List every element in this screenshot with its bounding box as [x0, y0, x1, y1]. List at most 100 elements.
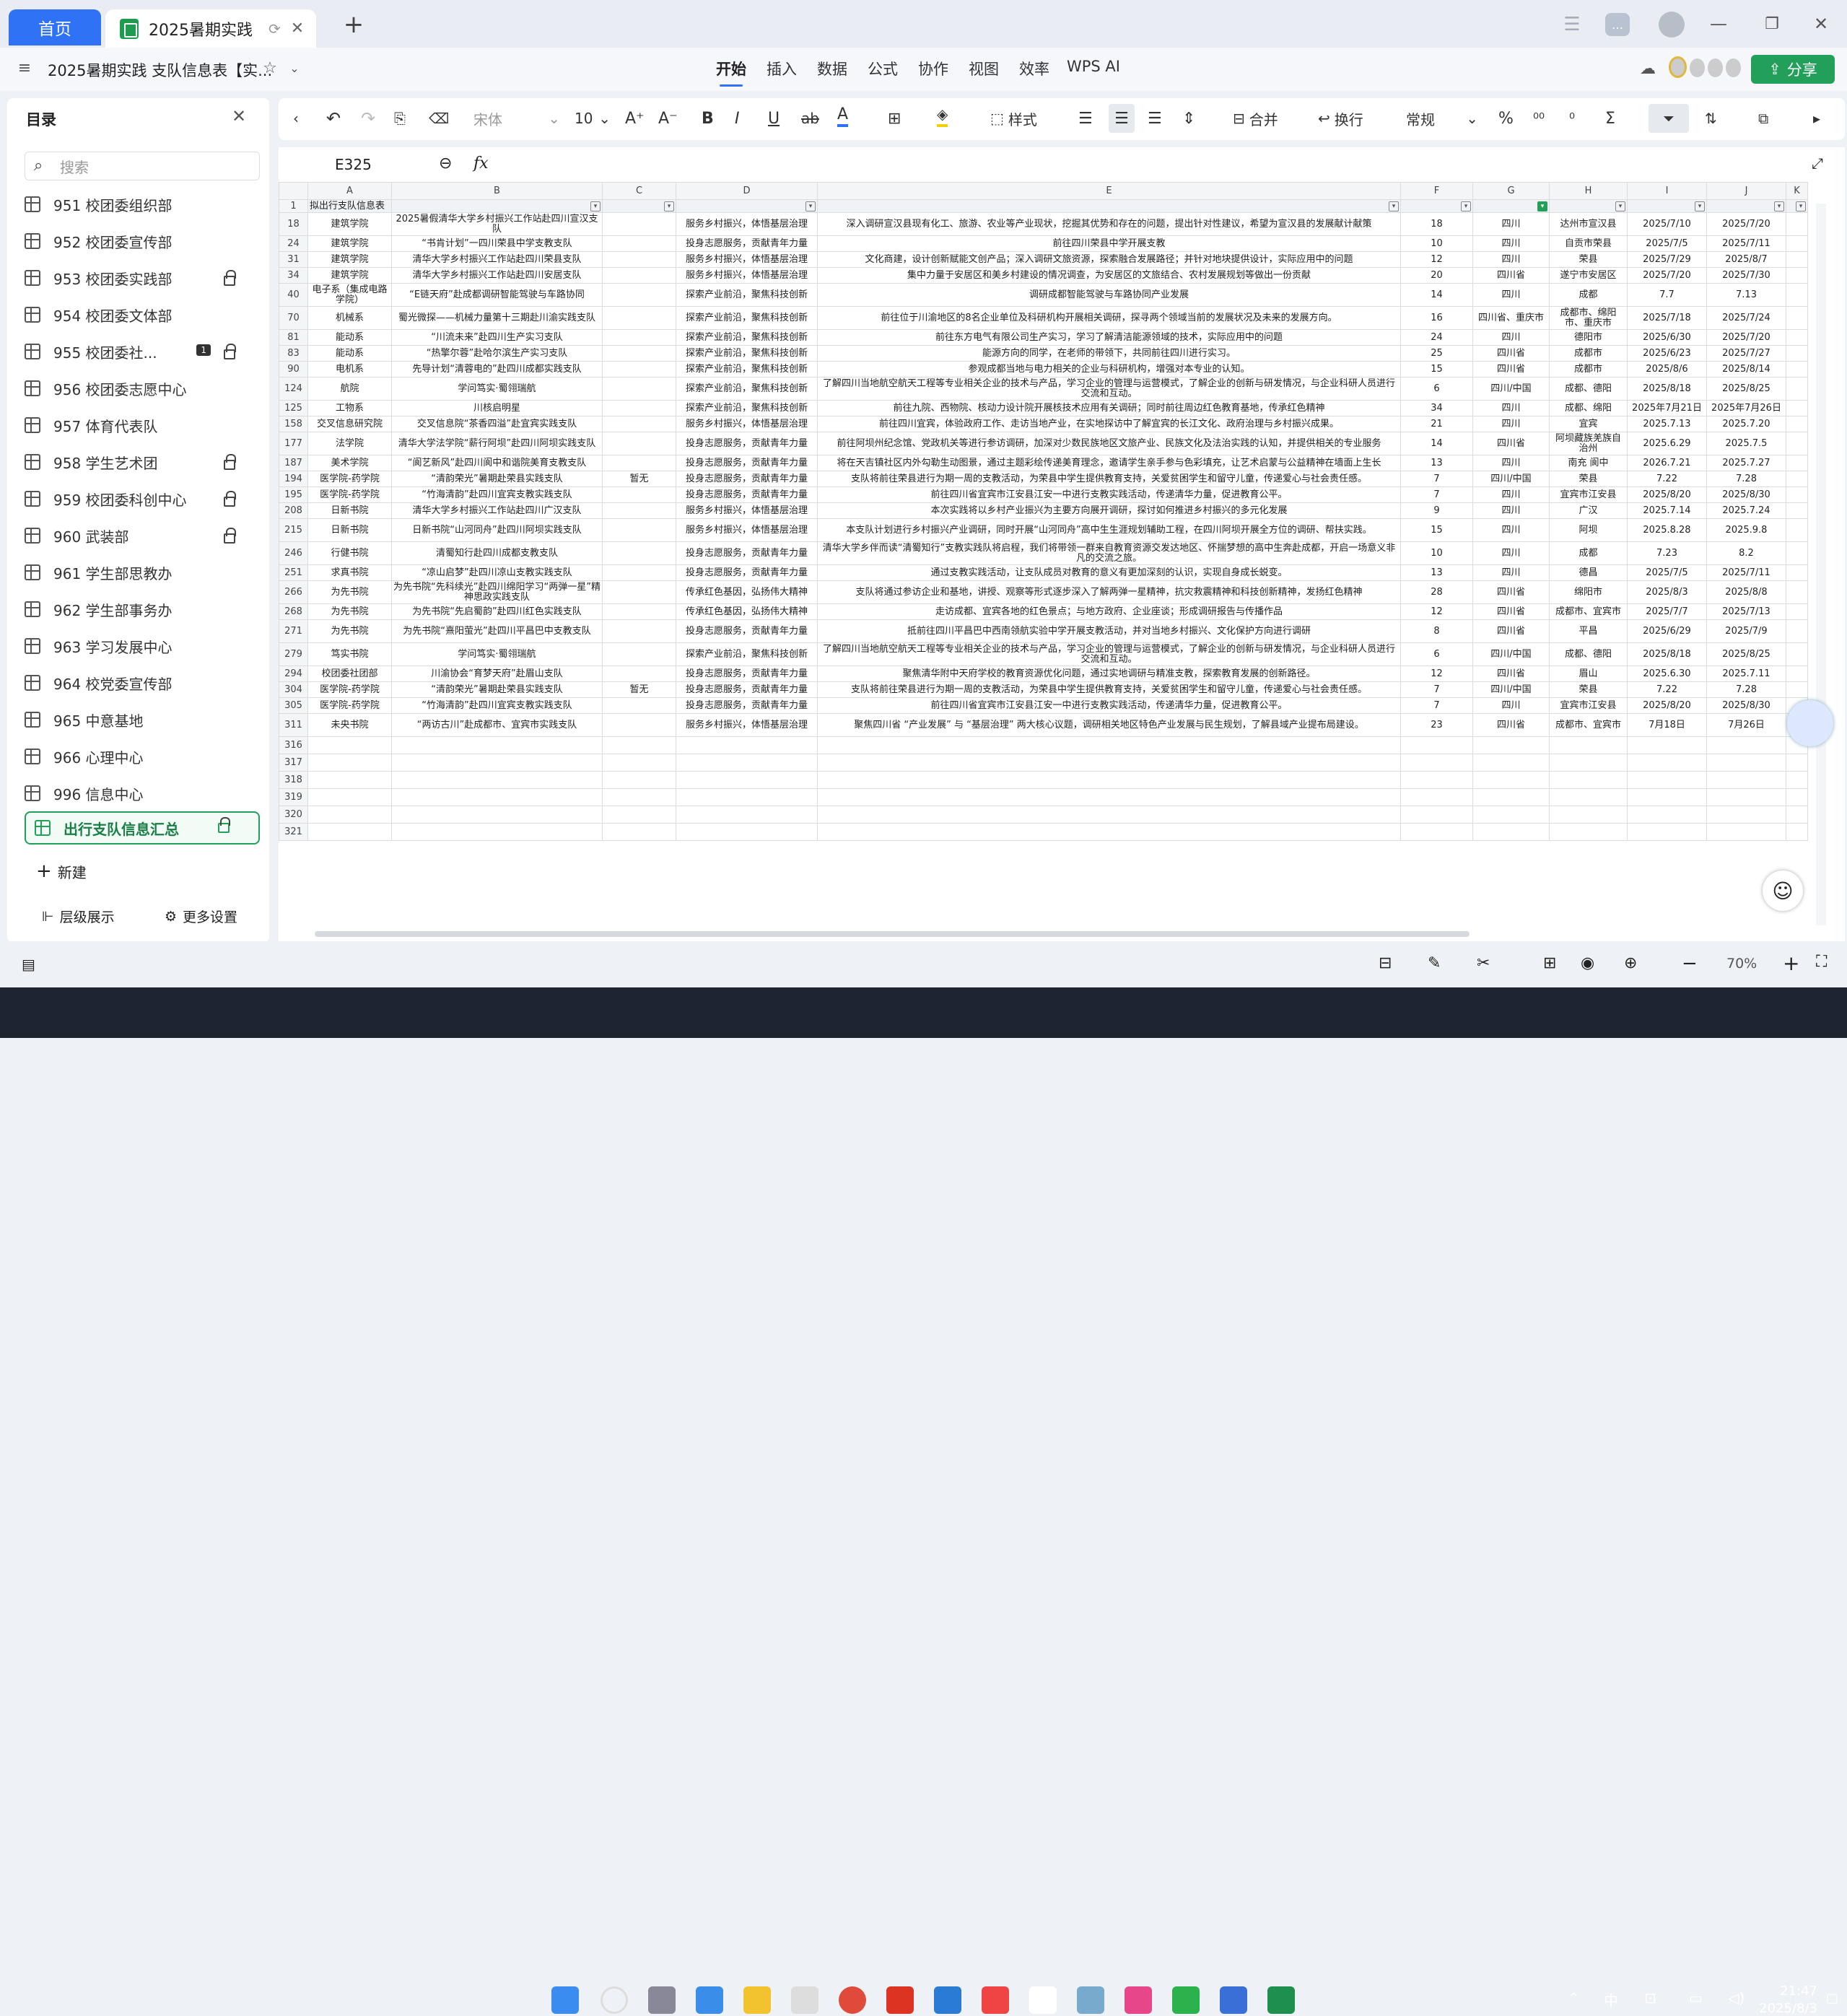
empty-cell[interactable] [1706, 823, 1786, 841]
windows-start-icon[interactable] [551, 1986, 579, 2014]
cell-d[interactable]: 探索产业前沿，聚焦科技创新 [676, 400, 818, 416]
refresh-icon[interactable]: ⟳ [268, 20, 281, 38]
empty-cell[interactable] [391, 771, 603, 789]
cell-a[interactable]: 求真书院 [307, 564, 392, 581]
italic-icon[interactable]: I [735, 104, 740, 133]
cell-j[interactable]: 7.28 [1706, 681, 1786, 698]
star-icon[interactable]: ☆ [260, 58, 280, 78]
cell-h[interactable]: 宜宾市江安县 [1549, 697, 1628, 714]
app-icon-2[interactable] [791, 1986, 818, 2014]
cell-j[interactable]: 2025/7/9 [1706, 619, 1786, 643]
cell-d[interactable]: 投身志愿服务，贡献青年力量 [676, 455, 818, 471]
tab-document[interactable]: 2025暑期实践 ⟳ ✕ [105, 9, 316, 48]
table-row[interactable]: 311 未央书院 “两访古川”赴成都市、宜宾市实践支队 服务乡村振兴，体悟基层治理 聚焦… [279, 713, 1808, 737]
cell-c[interactable] [602, 235, 676, 252]
cell-c[interactable]: 暂无 [602, 471, 676, 487]
cell-b[interactable]: “书肯计划”一四川荣县中学支教支队 [391, 235, 603, 252]
redo-icon[interactable]: ↷ [361, 104, 375, 133]
decrease-font-icon[interactable]: A⁻ [658, 104, 678, 133]
expand-formula-icon[interactable]: ⤢ [1812, 154, 1823, 172]
cell-c[interactable] [602, 400, 676, 416]
table-row[interactable]: 124 航院 学问笃实·蜀翎瑞航 探索产业前沿，聚焦科技创新 了解四川当地航空航天工程等… [279, 377, 1808, 401]
sidebar-item-active[interactable]: 出行支队信息汇总 [25, 811, 260, 845]
cell-b[interactable]: 清华大学乡村振兴工作站赴四川荣县支队 [391, 251, 603, 268]
cell-b[interactable]: “热擎尔蓉”赴哈尔滨生产实习支队 [391, 345, 603, 362]
document-title[interactable]: 2025暑期实践 支队信息表【实... [48, 59, 272, 81]
percent-icon[interactable]: % [1498, 104, 1514, 133]
table-row[interactable]: 271 为先书院 为先书院“熹阳萤光”赴四川平昌巴中支教支队 投身志愿服务，贡献青年力… [279, 619, 1808, 643]
empty-cell[interactable] [1627, 788, 1707, 806]
cell-b[interactable]: 先导计划“清蓉电的”赴四川成都实践支队 [391, 361, 603, 378]
empty-cell[interactable] [1400, 823, 1473, 841]
sheet-list-icon[interactable]: ▤ [22, 956, 35, 973]
sidebar-item[interactable]: 961 学生部思教办 [25, 557, 263, 588]
table-row[interactable]: 246 行健书院 清蜀知行赴四川成都支教支队 投身志愿服务，贡献青年力量 清华大学乡伴而… [279, 541, 1808, 565]
cell-c[interactable] [602, 580, 676, 604]
empty-cell[interactable] [676, 823, 818, 841]
table-row[interactable]: 208 日新书院 清华大学乡村振兴工作站赴四川广汉支队 服务乡村振兴，体悟基层治理 本次… [279, 502, 1808, 519]
cell-i[interactable]: 2025/6/23 [1627, 345, 1707, 362]
cell-e[interactable]: 集中力量于安居区和美乡村建设的情况调查，为安居区的文旅结合、农村发展规划等做出一… [817, 267, 1401, 284]
eraser-icon[interactable]: ⌫ [429, 104, 449, 133]
cell-j[interactable]: 2025.7.5 [1706, 432, 1786, 455]
cell-f[interactable]: 10 [1400, 235, 1473, 252]
empty-cell[interactable] [1400, 736, 1473, 754]
cell-j[interactable]: 2025/7/13 [1706, 603, 1786, 620]
cell-f[interactable]: 28 [1400, 580, 1473, 604]
cell-d[interactable]: 探索产业前沿，聚焦科技创新 [676, 642, 818, 666]
cell-e[interactable]: 前往位于川渝地区的8名企业单位及科研机构开展相关调研，探寻两个领域当前的发展状况… [817, 306, 1401, 330]
cell-g[interactable]: 四川省 [1472, 713, 1550, 737]
filter-dropdown-icon[interactable]: ▾ [1537, 201, 1547, 211]
close-tab-icon[interactable]: ✕ [291, 19, 304, 38]
decimal-increase-icon[interactable]: ⁰⁰ [1533, 104, 1545, 133]
cell-j[interactable]: 2025/8/7 [1706, 251, 1786, 268]
sidebar-item[interactable]: 964 校党委宣传部 [25, 668, 263, 698]
align-right-icon[interactable]: ☰ [1148, 104, 1162, 133]
column-header[interactable]: B [391, 182, 603, 200]
cell-a[interactable]: 为先书院 [307, 619, 392, 643]
cell-j[interactable]: 2025年7月26日 [1706, 400, 1786, 416]
empty-cell[interactable] [307, 754, 392, 772]
cell-reference[interactable]: E325 [335, 156, 372, 173]
cell-b[interactable]: 蜀光微探——机械力量第十三期赴川渝实践支队 [391, 306, 603, 330]
cell-i[interactable]: 2025/8/6 [1627, 361, 1707, 378]
cell-e[interactable]: 参观成都当地与电力相关的企业与科研机构，增强对本专业的认知。 [817, 361, 1401, 378]
cell-h[interactable]: 成都 [1549, 283, 1628, 307]
cell-k[interactable] [1786, 306, 1808, 330]
cell-g[interactable]: 四川省 [1472, 432, 1550, 455]
cell-k[interactable] [1786, 642, 1808, 666]
cell-b[interactable]: 交叉信息院“茶香四溢”赴宜宾实践支队 [391, 416, 603, 432]
cell-j[interactable]: 2025.7.11 [1706, 666, 1786, 682]
cell-d[interactable]: 服务乡村振兴，体悟基层治理 [676, 502, 818, 519]
empty-cell[interactable] [676, 788, 818, 806]
cell-a[interactable]: 能动系 [307, 329, 392, 346]
cell-f[interactable]: 6 [1400, 377, 1473, 401]
cell-h[interactable]: 宜宾市江安县 [1549, 486, 1628, 503]
cell-e[interactable]: 抵前往四川平昌巴中西南领航实验中学开展支教活动，并对当地乡村振兴、文化保护方向进… [817, 619, 1401, 643]
table-row[interactable]: 266 为先书院 为先书院“先科续光”赴四川绵阳学习“两弹一星”精神思政实践支队 传承… [279, 580, 1808, 604]
cell-k[interactable] [1786, 666, 1808, 682]
level-view-button[interactable]: ⊩ 层级展示 [42, 907, 115, 926]
empty-cell[interactable] [1627, 823, 1707, 841]
cell-g[interactable]: 四川省 [1472, 603, 1550, 620]
cell-g[interactable]: 四川省 [1472, 345, 1550, 362]
empty-cell[interactable] [307, 788, 392, 806]
cell-a[interactable]: 电子系（集成电路学院） [307, 283, 392, 307]
filter-cell[interactable]: ▾ [676, 199, 818, 213]
cell-d[interactable]: 服务乡村振兴，体悟基层治理 [676, 518, 818, 542]
filter-dropdown-icon[interactable]: ▾ [1774, 201, 1784, 211]
cell-k[interactable] [1786, 455, 1808, 471]
layout-icon[interactable]: ⊞ [1543, 954, 1556, 972]
cell-i[interactable]: 2025/8/18 [1627, 377, 1707, 401]
sidebar-item[interactable]: 958 学生艺术团 [25, 447, 263, 477]
cell-b[interactable]: 川渝协会“育梦天府”赴眉山支队 [391, 666, 603, 682]
cell-b[interactable]: “E链天府”赴成都调研智能驾驶与车路协同 [391, 283, 603, 307]
cell-j[interactable]: 2025/7/30 [1706, 267, 1786, 284]
typora-icon[interactable] [1029, 1986, 1057, 2014]
cell-c[interactable] [602, 486, 676, 503]
cell-i[interactable]: 2025.6.29 [1627, 432, 1707, 455]
cell-c[interactable] [602, 267, 676, 284]
table-row[interactable]: 316 [279, 736, 1808, 754]
cell-h[interactable]: 达州市宣汉县 [1549, 212, 1628, 236]
cell-f[interactable]: 9 [1400, 502, 1473, 519]
